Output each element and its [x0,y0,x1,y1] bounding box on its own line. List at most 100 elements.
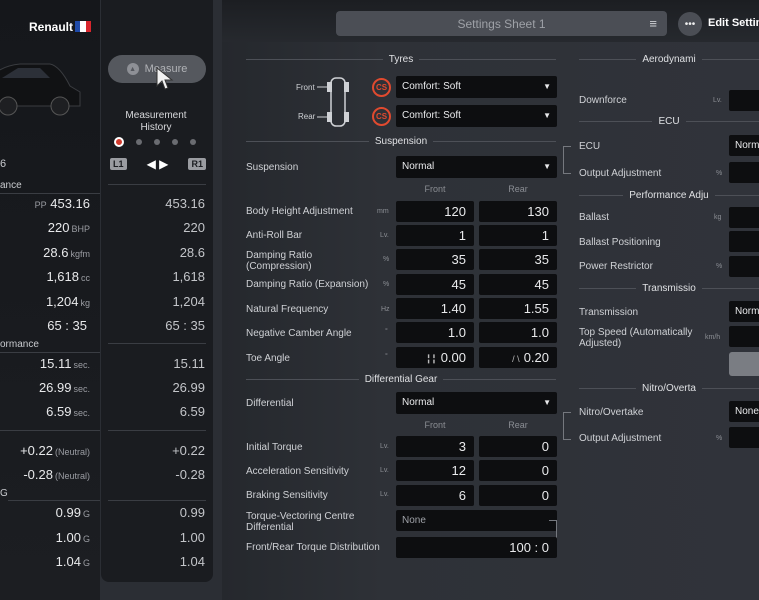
ecu-select[interactable]: Norm [729,135,759,156]
transmission-select[interactable]: Norm [729,301,759,322]
car-name: Renault [29,20,74,34]
history-pager[interactable] [114,137,196,147]
setting-label: Transmission [579,307,639,318]
toe-rear-input[interactable]: / \ 0.20 [479,347,557,368]
damping-comp-rear-input[interactable]: 35 [479,249,557,270]
ballast-input[interactable] [729,207,759,228]
braking-sens-rear-input[interactable]: 0 [479,485,557,506]
cursor-icon [156,67,174,90]
top-speed-input[interactable] [729,326,759,347]
page-dot[interactable] [172,139,178,145]
unit-label: mm [377,208,389,215]
ellipsis-icon: ••• [684,18,696,30]
tyre-rear-label: Rear [298,112,316,121]
unit-label: % [716,263,723,270]
output-adjustment-input[interactable] [729,162,759,183]
displacement-value: 1,618 cc [46,269,90,284]
col-front-header: Front [424,184,446,194]
time3-value: 6.59 sec. [46,404,90,419]
settings-sheet-selector[interactable]: Settings Sheet 1 ≡ [336,11,667,36]
section-performance2-label: ormance [0,339,39,350]
anti-roll-front-input[interactable]: 1 [396,225,474,246]
accel-sens-front-input[interactable]: 12 [396,460,474,481]
suspension-section-header: Suspension [246,136,556,147]
page-dot[interactable] [154,139,160,145]
performance-adjustment-section-header: Performance Adju [579,190,759,201]
suspension-label: Suspension [246,162,299,173]
rear-tyre-select[interactable]: Comfort: Soft ▼ [396,105,557,127]
unit-label: Lv. [380,232,389,239]
unit-label: Lv. [380,443,389,450]
unit-label: % [716,170,723,177]
divider [108,500,206,501]
divider [108,343,206,344]
page-dot[interactable] [136,139,142,145]
damping-comp-front-input[interactable]: 35 [396,249,474,270]
col-front-header: Front [424,420,446,430]
nat-freq-rear-input[interactable]: 1.55 [479,298,557,319]
setting-label: Anti-Roll Bar [246,230,303,241]
setting-label: Natural Frequency [246,304,329,315]
unit-label: Hz [381,306,390,313]
setting-label: Output Adjustment [579,433,662,444]
history-value: 6.59 [179,404,205,419]
torque-vectoring-select[interactable]: None [396,510,557,531]
prev-next-icon[interactable]: ◀ ▶ [133,157,183,171]
braking-sens-front-input[interactable]: 6 [396,485,474,506]
dropdown-arrow-icon: ▼ [543,82,551,91]
history-value: 1.04 [179,554,205,569]
flag-icon [75,21,91,32]
anti-roll-rear-input[interactable]: 1 [479,225,557,246]
unit-label: km/h [705,334,721,341]
nat-freq-front-input[interactable]: 1.40 [396,298,474,319]
page-dot[interactable] [114,137,124,147]
camber-rear-input[interactable]: 1.0 [479,322,557,343]
setting-label: Nitro/Overtake [579,407,644,418]
power-value: 220 BHP [47,220,90,235]
differential-label: Differential [246,398,294,409]
setting-label: Ballast [579,212,610,223]
unit-label: % [383,256,390,263]
page-dot[interactable] [190,139,196,145]
setting-label: Damping Ratio (Compression) [246,250,313,272]
accel-sens-rear-input[interactable]: 0 [479,460,557,481]
ballast-position-input[interactable] [729,231,759,252]
body-height-front-input[interactable]: 120 [396,201,474,222]
measurement-history-title: Measurement History [125,110,187,133]
camber-front-input[interactable]: 1.0 [396,322,474,343]
setting-label: Toe Angle [246,353,290,364]
col-rear-header: Rear [508,420,528,430]
link-bracket [563,412,571,440]
initial-torque-rear-input[interactable]: 0 [479,436,557,457]
setting-label: Front/Rear Torque Distribution [246,542,380,553]
downforce-input[interactable] [729,90,759,111]
history-value: 1.00 [179,530,205,545]
history-value: 65 : 35 [165,318,205,333]
g3-value: 1.04 G [55,554,90,569]
options-button[interactable]: ••• [678,12,702,36]
nitro-output-input[interactable] [729,427,759,448]
power-restrictor-input[interactable] [729,256,759,277]
front-tyre-select[interactable]: Comfort: Soft ▼ [396,76,557,98]
unit-label: ° [385,328,388,335]
history-value: 1,618 [172,269,205,284]
damping-exp-rear-input[interactable]: 45 [479,274,557,295]
tyre-front-label: Front [296,83,315,92]
torque-distribution-input[interactable]: 100 : 0 [396,537,557,558]
initial-torque-front-input[interactable]: 3 [396,436,474,457]
toe-front-input[interactable]: ╏╏ 0.00 [396,347,474,368]
setting-label: Braking Sensitivity [246,490,328,501]
gear-ratio-button[interactable] [729,352,759,376]
differential-select[interactable]: Normal ▼ [396,392,557,414]
transmission-section-header: Transmissio [579,283,759,294]
col-rear-header: Rear [508,184,528,194]
history-value: 1,204 [172,294,205,309]
setting-label: Damping Ratio (Expansion) [246,279,369,290]
body-height-rear-input[interactable]: 130 [479,201,557,222]
damping-exp-front-input[interactable]: 45 [396,274,474,295]
triangle-icon: ▲ [126,63,139,75]
nitro-select[interactable]: None [729,401,759,422]
edit-settings-link[interactable]: Edit Setting [708,17,759,29]
dropdown-arrow-icon: ▼ [543,162,551,171]
suspension-select[interactable]: Normal ▼ [396,156,557,178]
